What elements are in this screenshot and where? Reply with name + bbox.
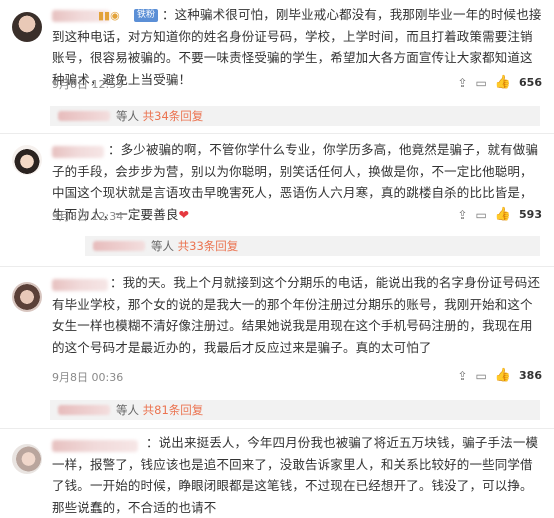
divider xyxy=(0,266,554,267)
reply-prefix: 等人 xyxy=(151,239,174,253)
reply-summary[interactable]: 等人 共34条回复 xyxy=(50,106,540,126)
comment-actions: ⇪ ▭ 👍 593 xyxy=(457,207,542,222)
like-count: 656 xyxy=(519,76,542,89)
avatar[interactable] xyxy=(12,282,42,312)
comment-text: ：我的天。我上个月就接到这个分期乐的电话，能说出我的名字身份证号码还有毕业学校，… xyxy=(52,275,541,355)
like-count: 593 xyxy=(519,208,542,221)
reply-link[interactable]: 共81条回复 xyxy=(143,403,204,417)
divider xyxy=(0,428,554,429)
thumbs-up-icon[interactable]: 👍 xyxy=(495,75,511,90)
like-count: 386 xyxy=(519,369,542,382)
share-icon[interactable]: ⇪ xyxy=(457,208,467,222)
reply-link[interactable]: 共33条回复 xyxy=(178,239,239,253)
comment-time: 9月8日 12:34 xyxy=(52,210,124,223)
reply-link[interactable]: 共34条回复 xyxy=(143,109,204,123)
reply-prefix: 等人 xyxy=(116,403,139,417)
comment-text: ：说出来挺丢人，今年四月份我也被骗了将近五万块钱，骗子手法一模一样，报警了，钱应… xyxy=(52,435,539,515)
divider xyxy=(0,133,554,134)
comment-time: 9月8日 12:59 xyxy=(52,78,124,91)
avatar[interactable] xyxy=(12,145,42,175)
heart-icon: ❤ xyxy=(178,206,190,222)
reply-summary[interactable]: 等人 共33条回复 xyxy=(85,236,540,256)
reply-summary[interactable]: 等人 共81条回复 xyxy=(50,400,540,420)
comment-icon[interactable]: ▭ xyxy=(476,369,487,383)
reply-users-redacted xyxy=(58,111,110,121)
comment-icon[interactable]: ▭ xyxy=(476,76,487,90)
comment-actions: ⇪ ▭ 👍 656 xyxy=(457,75,542,90)
share-icon[interactable]: ⇪ xyxy=(457,76,467,90)
comment-icon[interactable]: ▭ xyxy=(476,208,487,222)
thumbs-up-icon[interactable]: 👍 xyxy=(495,207,511,222)
reply-prefix: 等人 xyxy=(116,109,139,123)
share-icon[interactable]: ⇪ xyxy=(457,369,467,383)
avatar[interactable] xyxy=(12,444,42,474)
thumbs-up-icon[interactable]: 👍 xyxy=(495,368,511,383)
reply-users-redacted xyxy=(93,241,145,251)
comment-actions: ⇪ ▭ 👍 386 xyxy=(457,368,542,383)
comment-time: 9月8日 00:36 xyxy=(52,371,124,384)
reply-users-redacted xyxy=(58,405,110,415)
avatar[interactable] xyxy=(12,12,42,42)
